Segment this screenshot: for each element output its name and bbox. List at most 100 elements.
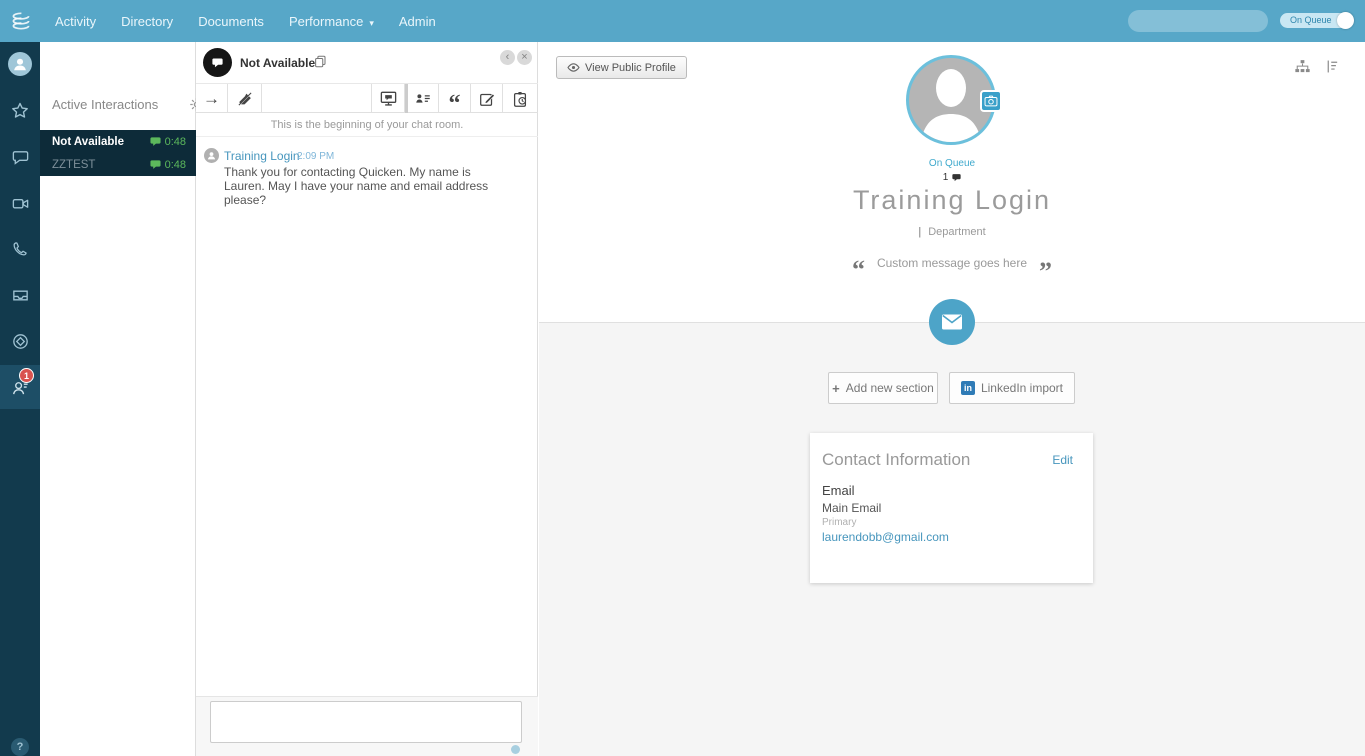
rail-apps[interactable] (0, 319, 40, 363)
contact-card-title: Contact Information (822, 450, 971, 469)
sender-avatar-icon (204, 148, 219, 163)
add-new-section-button[interactable]: + Add new section (828, 372, 938, 404)
chat-bubble-icon (150, 159, 161, 170)
notification-badge: 1 (19, 368, 34, 383)
camera-icon[interactable] (980, 90, 1002, 112)
chat-panel: Not Available ‹ × → “ This is the beginn… (196, 42, 596, 756)
phone-icon (11, 240, 29, 258)
contact-information-card: Contact Information Edit Email Main Emai… (810, 433, 1093, 583)
chat-avatar-icon (203, 48, 232, 77)
open-quote-icon: “ (851, 255, 865, 284)
toggle-knob[interactable] (1337, 12, 1354, 29)
contact-email-link[interactable]: laurendobb@gmail.com (822, 530, 949, 544)
app-window: Activity Directory Documents Performance… (0, 0, 1365, 756)
profile-custom-message[interactable]: “ Custom message goes here ” (539, 250, 1365, 286)
rail-help[interactable]: ? (0, 725, 40, 756)
profile-chat-count: 1 (539, 172, 1365, 183)
clipboard-clock-icon (511, 90, 529, 108)
rail-profile[interactable] (0, 42, 40, 86)
compose-note-button[interactable] (471, 84, 503, 113)
status-dot-icon[interactable] (511, 745, 520, 754)
app-logo-icon[interactable] (8, 8, 34, 34)
chat-title: Not Available (240, 56, 316, 70)
chat-count-value: 1 (942, 172, 949, 183)
interactions-panel: Active Interactions Not Available 0:48 Z… (40, 42, 224, 756)
nav-admin[interactable]: Admin (399, 14, 436, 29)
linkedin-import-button[interactable]: in LinkedIn import (949, 372, 1075, 404)
interaction-timer: 0:48 (164, 158, 186, 171)
department-label: Department (928, 226, 986, 238)
contact-field-label: Main Email (822, 501, 882, 515)
interaction-row[interactable]: Not Available 0:48 (40, 130, 196, 153)
close-quote-icon: ” (1039, 257, 1053, 286)
contact-field-type: Email (822, 483, 855, 498)
nav-directory[interactable]: Directory (121, 14, 173, 29)
view-public-profile-label: View Public Profile (585, 61, 676, 74)
interaction-row[interactable]: ZZTEST 0:48 (40, 153, 196, 176)
toolbar-spacer (262, 84, 372, 113)
rail-calls[interactable] (0, 227, 40, 271)
details-list-icon[interactable] (1324, 58, 1341, 75)
profile-panel: View Public Profile On Queue 1 Training … (539, 42, 1365, 756)
close-button[interactable]: × (517, 50, 532, 65)
rail-video[interactable] (0, 181, 40, 225)
contact-details-button[interactable] (408, 84, 439, 113)
quote-icon: “ (448, 90, 461, 117)
main-nav: Activity Directory Documents Performance… (55, 0, 436, 42)
close-icon: × (521, 51, 528, 63)
email-icon[interactable] (929, 299, 975, 345)
search-input[interactable] (1128, 10, 1301, 32)
on-queue-toggle-label: On Queue (1290, 15, 1332, 25)
rail-chat[interactable] (0, 135, 40, 179)
global-search[interactable] (1128, 10, 1315, 32)
eraser-icon (236, 90, 254, 108)
user-avatar-icon (8, 52, 32, 76)
chat-bubble-icon (150, 136, 161, 147)
nav-documents[interactable]: Documents (198, 14, 264, 29)
plus-icon: + (832, 380, 840, 396)
chat-toolbar: → “ (196, 84, 538, 117)
rail-agent-interactions[interactable]: 1 (0, 365, 40, 409)
view-public-profile-button[interactable]: View Public Profile (556, 56, 687, 79)
message-text: Thank you for contacting Quicken. My nam… (224, 165, 489, 207)
star-icon (10, 101, 30, 121)
rail-inbox[interactable] (0, 273, 40, 317)
chat-message-input[interactable] (210, 701, 522, 743)
rail-favorites[interactable] (0, 89, 40, 133)
nav-activity[interactable]: Activity (55, 14, 96, 29)
chat-beginning-text: This is the beginning of your chat room. (196, 113, 538, 137)
transfer-button[interactable]: → (196, 84, 228, 113)
top-nav-bar: Activity Directory Documents Performance… (0, 0, 1365, 42)
arrow-right-icon: → (203, 88, 220, 108)
copy-icon[interactable] (313, 54, 328, 69)
inbox-icon (11, 286, 30, 305)
monitor-icon (379, 89, 398, 108)
interactions-title: Active Interactions (52, 97, 159, 112)
roster-icon (414, 90, 432, 108)
profile-name: Training Login (852, 185, 1052, 215)
collapse-button[interactable]: ‹ (500, 50, 515, 65)
chat-header: Not Available ‹ × (196, 42, 538, 84)
canned-responses-button[interactable]: “ (439, 84, 471, 117)
left-rail: 1 ? (0, 42, 40, 756)
profile-department[interactable]: | Department (539, 226, 1365, 238)
org-chart-icon[interactable] (1294, 58, 1311, 75)
add-new-section-label: Add new section (845, 381, 934, 395)
wrap-up-button[interactable] (228, 84, 262, 113)
contact-field-qualifier: Primary (822, 517, 857, 528)
interaction-list: Not Available 0:48 ZZTEST 0:48 (40, 130, 196, 176)
department-separator: | (918, 226, 922, 238)
screen-share-button[interactable] (372, 84, 405, 113)
message-sender[interactable]: Training Login (224, 149, 300, 163)
schedule-button[interactable] (503, 84, 536, 113)
profile-status[interactable]: On Queue (539, 158, 1365, 169)
custom-message-text: Custom message goes here (876, 255, 1028, 270)
chevron-down-icon: ▾ (369, 17, 374, 28)
on-queue-toggle[interactable]: On Queue (1280, 12, 1354, 29)
chevron-left-icon: ‹ (505, 51, 510, 63)
video-camera-icon (11, 194, 30, 213)
interaction-name: Not Available (52, 135, 124, 148)
edit-link[interactable]: Edit (1052, 453, 1073, 467)
nav-performance[interactable]: Performance ▾ (289, 14, 374, 29)
chat-bubble-icon (952, 173, 961, 182)
